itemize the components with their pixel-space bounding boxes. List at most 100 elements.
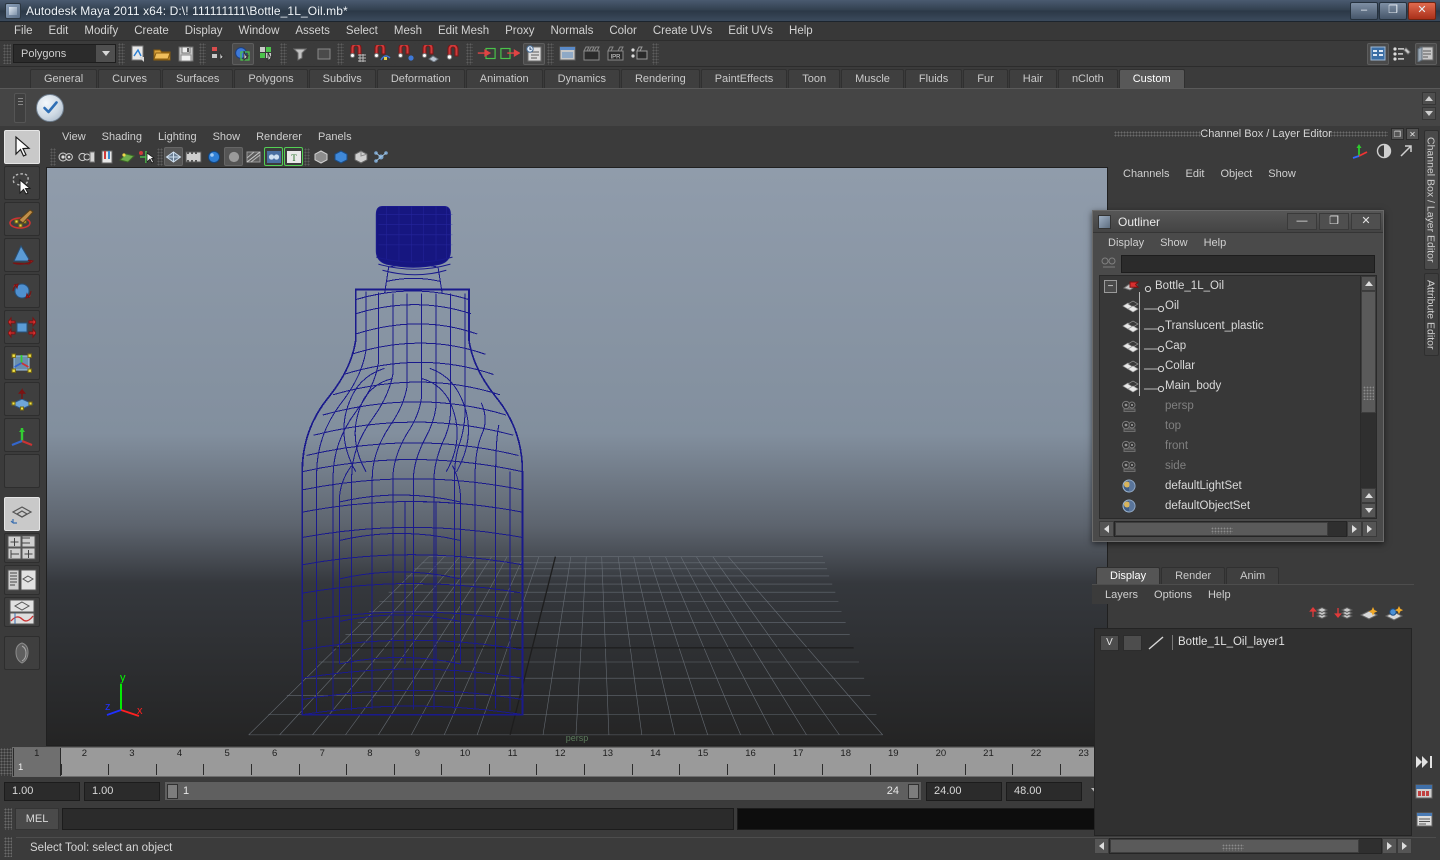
- layer-list-horizontal-scrollbar[interactable]: [1094, 838, 1412, 854]
- scroll-right-icon[interactable]: [1347, 521, 1362, 537]
- layer-color-swatch[interactable]: [1146, 635, 1168, 651]
- side-tab-attribute-editor[interactable]: Attribute Editor: [1423, 272, 1439, 356]
- new-scene-icon[interactable]: [127, 42, 149, 65]
- move-layer-down-icon[interactable]: [1334, 605, 1354, 626]
- scroll-up-icon[interactable]: [1361, 488, 1376, 503]
- shelf-tab-general[interactable]: General: [30, 69, 98, 88]
- xray-icon[interactable]: [264, 147, 283, 166]
- shelf-options-handle[interactable]: [14, 93, 26, 123]
- time-slider-grip[interactable]: [0, 748, 12, 776]
- new-layer-icon[interactable]: [1359, 605, 1379, 626]
- menu-window[interactable]: Window: [230, 23, 287, 39]
- select-by-object-icon[interactable]: [232, 42, 254, 65]
- channel-box-menu-show[interactable]: Show: [1261, 167, 1303, 181]
- universal-manipulator-tool[interactable]: [4, 346, 40, 380]
- status-separator[interactable]: [118, 42, 125, 65]
- layer-visibility-toggle[interactable]: V: [1100, 634, 1119, 651]
- panel-grip-right[interactable]: [1330, 131, 1388, 137]
- script-language-tab[interactable]: MEL: [15, 808, 59, 830]
- outliner-menu-show[interactable]: Show: [1153, 236, 1195, 250]
- scroll-track[interactable]: [1361, 291, 1376, 488]
- menu-display[interactable]: Display: [177, 23, 231, 39]
- outliner-row[interactable]: front: [1100, 436, 1360, 456]
- shelf-tab-rendering[interactable]: Rendering: [620, 69, 700, 88]
- smooth-shade-all-icon[interactable]: [184, 147, 203, 166]
- shelf-tab-deformation[interactable]: Deformation: [376, 69, 465, 88]
- highlight-icon[interactable]: [313, 42, 335, 65]
- lasso-select-tool[interactable]: [4, 166, 40, 200]
- shelf-scroll-down-icon[interactable]: [1422, 107, 1436, 120]
- layer-row[interactable]: V Bottle_1L_Oil_layer1: [1095, 632, 1411, 653]
- resolution-gate-icon[interactable]: [371, 147, 390, 166]
- outliner-title-bar[interactable]: Outliner — ❐ ✕: [1093, 211, 1383, 233]
- construction-history-icon[interactable]: [523, 42, 545, 65]
- layer-menu-options[interactable]: Options: [1147, 588, 1199, 602]
- viewport-toolbar-grip[interactable]: [157, 147, 163, 166]
- expand-collapse-icon[interactable]: −: [1104, 279, 1117, 293]
- outliner-tree[interactable]: − Bottle_1L_Oil Oil Translucent_plastic Cap C…: [1099, 275, 1361, 519]
- scroll-up-icon[interactable]: [1361, 276, 1376, 291]
- snap-to-curve-icon[interactable]: [370, 42, 392, 65]
- last-tool-used[interactable]: [4, 454, 40, 488]
- playback-start-time-field[interactable]: 1.00: [84, 781, 160, 801]
- panel-grip-left[interactable]: [1114, 131, 1202, 137]
- outliner-close-button[interactable]: ✕: [1351, 213, 1381, 230]
- status-separator[interactable]: [337, 42, 344, 65]
- outliner-maximize-button[interactable]: ❐: [1319, 213, 1349, 230]
- outliner-row[interactable]: side: [1100, 456, 1360, 476]
- status-separator[interactable]: [466, 42, 473, 65]
- shelf-scroll-up-icon[interactable]: [1422, 92, 1436, 105]
- status-separator[interactable]: [280, 42, 287, 65]
- checkmark-shelf-icon[interactable]: [36, 93, 64, 122]
- outliner-menu-help[interactable]: Help: [1197, 236, 1234, 250]
- outliner-row[interactable]: defaultLightSet: [1100, 476, 1360, 496]
- single-perspective-view-layout[interactable]: [4, 497, 40, 531]
- two-d-pan-zoom-icon[interactable]: [137, 147, 156, 166]
- new-layer-from-selected-icon[interactable]: [1384, 605, 1404, 626]
- menu-create-uvs[interactable]: Create UVs: [645, 23, 720, 39]
- menu-mesh[interactable]: Mesh: [386, 23, 430, 39]
- shadows-icon[interactable]: [244, 147, 263, 166]
- construction-history-input-icon[interactable]: [475, 42, 497, 65]
- move-tool[interactable]: [4, 238, 40, 272]
- snap-to-view-plane-icon[interactable]: [442, 42, 464, 65]
- status-separator[interactable]: [652, 42, 659, 65]
- viewport-menu-renderer[interactable]: Renderer: [248, 130, 310, 144]
- outliner-vertical-scrollbar[interactable]: [1361, 275, 1377, 519]
- menu-select[interactable]: Select: [338, 23, 386, 39]
- select-by-hierarchy-icon[interactable]: [208, 42, 230, 65]
- toggle-attribute-editor-icon[interactable]: [1415, 42, 1437, 65]
- scroll-thumb[interactable]: [1110, 839, 1360, 853]
- scroll-right-icon[interactable]: [1362, 521, 1377, 537]
- wireframe-shading-icon[interactable]: [164, 147, 183, 166]
- layer-editor-tab-render[interactable]: Render: [1161, 567, 1226, 584]
- outliner-persp-layout[interactable]: [4, 565, 40, 595]
- rotate-tool[interactable]: [4, 274, 40, 308]
- script-editor-icon[interactable]: [1412, 808, 1436, 830]
- outliner-row[interactable]: top: [1100, 416, 1360, 436]
- outliner-row[interactable]: defaultObjectSet: [1100, 496, 1360, 516]
- go-to-end-icon[interactable]: [1412, 751, 1436, 773]
- range-start-handle[interactable]: [167, 784, 178, 799]
- playback-end-time-field[interactable]: 24.00: [926, 781, 1002, 801]
- menu-edit-mesh[interactable]: Edit Mesh: [430, 23, 497, 39]
- shelf-tab-subdivs[interactable]: Subdivs: [308, 69, 376, 88]
- layer-name[interactable]: Bottle_1L_Oil_layer1: [1172, 635, 1285, 650]
- grid-toggle-icon[interactable]: [331, 147, 350, 166]
- menu-proxy[interactable]: Proxy: [497, 23, 542, 39]
- animation-start-time-field[interactable]: 1.00: [4, 781, 80, 801]
- scroll-down-icon[interactable]: [1361, 503, 1376, 518]
- shelf-tab-toon[interactable]: Toon: [788, 69, 841, 88]
- search-filter-icon[interactable]: [1101, 257, 1117, 271]
- render-view-icon[interactable]: [556, 42, 578, 65]
- construction-history-output-icon[interactable]: [499, 42, 521, 65]
- viewport-menu-panels[interactable]: Panels: [310, 130, 360, 144]
- scale-tool[interactable]: [4, 310, 40, 344]
- isolate-select-icon[interactable]: [311, 147, 330, 166]
- soft-modification-tool[interactable]: [4, 382, 40, 416]
- scroll-left-icon[interactable]: [1099, 521, 1114, 537]
- xray-joints-icon[interactable]: T: [284, 147, 303, 166]
- shelf-tab-polygons[interactable]: Polygons: [234, 69, 308, 88]
- channel-box-menu-edit[interactable]: Edit: [1178, 167, 1211, 181]
- range-end-handle[interactable]: [908, 784, 919, 799]
